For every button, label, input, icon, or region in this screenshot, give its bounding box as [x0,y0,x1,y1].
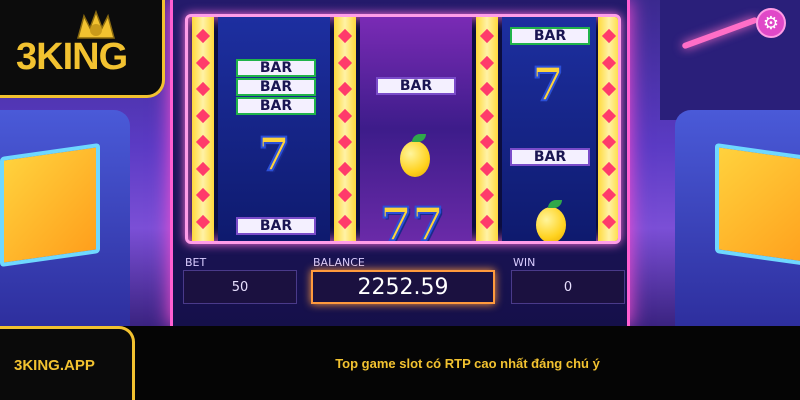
meter-panel: BET 50 BALANCE 2252.59 WIN 0 [173,250,633,320]
reel-window: BAR BAR BAR 7 BAR BAR 77 BAR 7 BAR [185,14,621,244]
bar-symbol: BAR [376,77,456,95]
seven-symbol: 77 [379,196,445,244]
slot-cabinet: BAR BAR BAR 7 BAR BAR 77 BAR 7 BAR BET 5… [170,0,630,326]
reel-right: BAR 7 BAR [502,17,596,241]
seven-symbol: 7 [531,56,565,112]
side-machine-screen [0,142,100,268]
seven-symbol: 7 [257,126,291,182]
lemon-icon [536,200,566,241]
side-slot-machine-left [0,110,130,326]
gear-icon[interactable]: ⚙ [756,8,786,38]
bar-symbol: BAR [510,27,590,45]
side-machine-screen [715,142,800,268]
site-badge: 3KING.APP [0,326,135,400]
footer-bar: 3KING.APP Top game slot có RTP cao nhất … [0,326,800,400]
brand-logo: 3KING [0,0,165,98]
light-column [598,17,618,241]
bar-symbol: BAR [236,78,316,96]
balance-value: 2252.59 [311,270,495,304]
light-column [192,17,214,241]
light-column [334,17,356,241]
bar-symbol: BAR [236,59,316,77]
bar-symbol: BAR [236,97,316,115]
reel-middle: BAR 77 [360,17,472,241]
bar-symbol: BAR [510,148,590,166]
side-slot-machine-right [675,110,800,326]
win-value: 0 [511,270,625,304]
logo-text: 3KING [16,36,128,78]
site-link[interactable]: 3KING.APP [14,357,95,374]
light-column [476,17,498,241]
bet-label: BET [185,256,207,269]
win-label: WIN [513,256,536,269]
bar-symbol: BAR [236,217,316,235]
balance-label: BALANCE [313,256,365,269]
caption-text: Top game slot có RTP cao nhất đáng chú ý [335,356,600,371]
lemon-icon [400,134,430,177]
reel-left: BAR BAR BAR 7 BAR [218,17,330,241]
bet-value: 50 [183,270,297,304]
